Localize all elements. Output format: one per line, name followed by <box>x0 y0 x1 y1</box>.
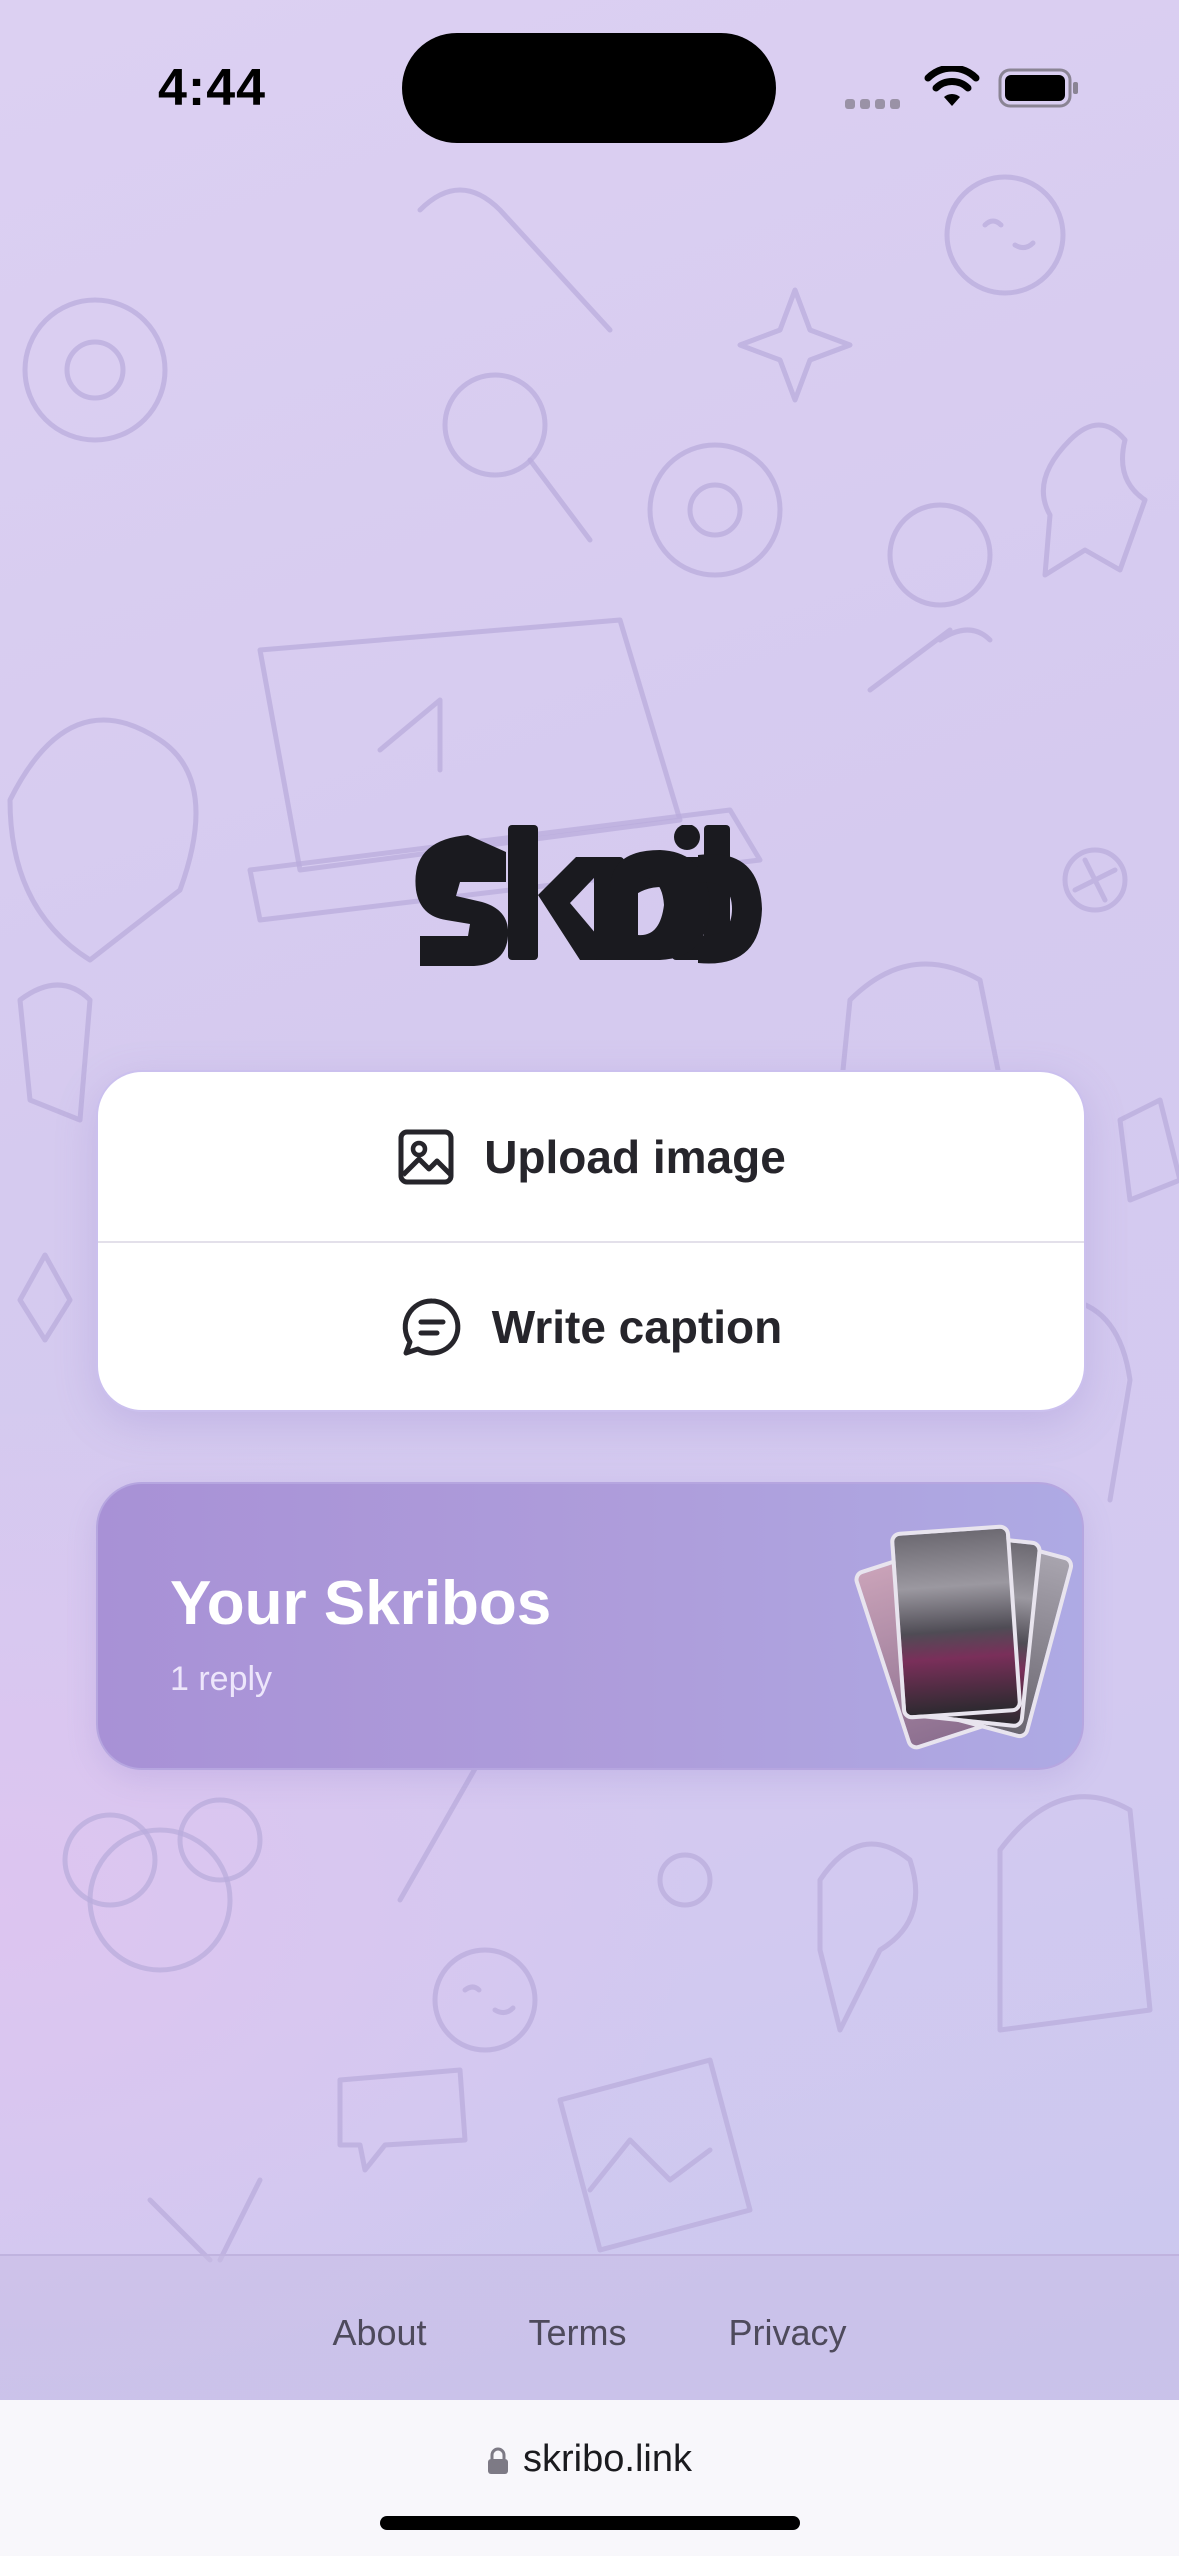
url-text: skribo.link <box>523 2438 692 2480</box>
create-actions-card: Upload image Write caption <box>96 1070 1086 1412</box>
privacy-link[interactable]: Privacy <box>729 2312 847 2354</box>
home-indicator[interactable] <box>380 2516 800 2530</box>
your-skribos-card[interactable]: Your Skribos 1 reply <box>96 1482 1084 1770</box>
reply-count: 1 reply <box>170 1660 273 1698</box>
write-caption-button[interactable]: Write caption <box>98 1241 1084 1410</box>
skribo-logo-bo <box>610 850 762 964</box>
dynamic-island <box>402 33 776 143</box>
upload-image-button[interactable]: Upload image <box>98 1072 1084 1241</box>
your-skribos-title: Your Skribos <box>170 1569 552 1638</box>
upload-image-label: Upload image <box>484 1130 786 1183</box>
footer: About Terms Privacy <box>0 2254 1179 2402</box>
cellular-signal-icon <box>845 96 905 114</box>
image-icon <box>398 1129 454 1184</box>
write-caption-label: Write caption <box>491 1300 783 1353</box>
status-time: 4:44 <box>158 59 267 117</box>
photo-stack-thumbnail <box>851 1520 1076 1752</box>
about-link[interactable]: About <box>332 2312 426 2354</box>
wifi-icon <box>924 66 980 106</box>
chat-bubble-icon <box>402 1297 461 1355</box>
terms-link[interactable]: Terms <box>529 2312 627 2354</box>
battery-icon <box>998 68 1078 108</box>
lock-icon <box>488 2447 509 2474</box>
browser-address-bar[interactable]: skribo.link <box>0 2400 1179 2556</box>
